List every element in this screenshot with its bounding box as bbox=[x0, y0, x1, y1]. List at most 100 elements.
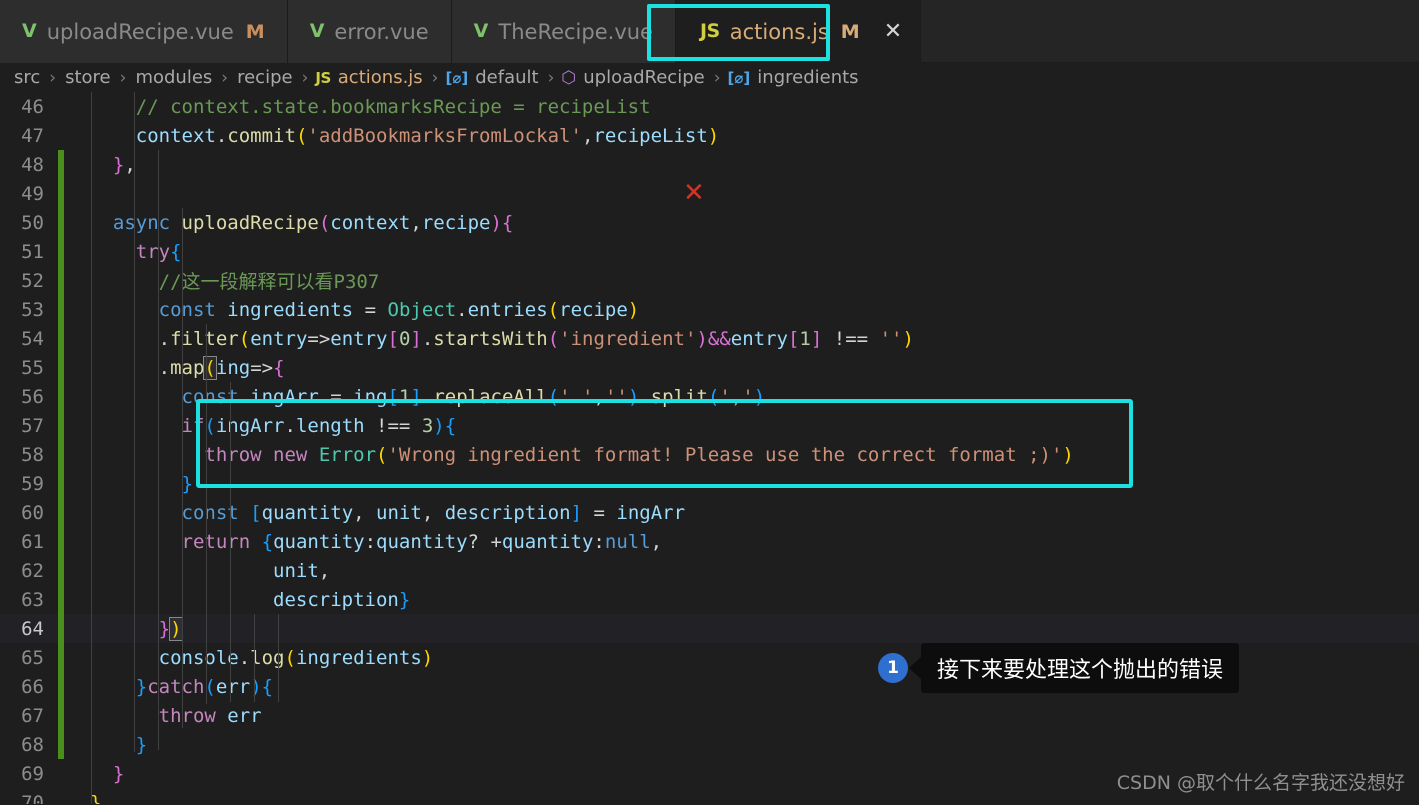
indent-guide bbox=[158, 150, 159, 750]
line-number: 46 bbox=[21, 95, 44, 118]
tab-actions-js[interactable]: JS actions.js M ✕ bbox=[675, 0, 922, 63]
indent-guide bbox=[230, 382, 231, 702]
line-number: 70 bbox=[21, 791, 44, 805]
line-content: } bbox=[181, 472, 193, 495]
method-icon: ⬡ bbox=[561, 67, 577, 88]
line-content: }) bbox=[158, 616, 183, 641]
code-line[interactable]: 56 const ingArr = ing[1].replaceAll(' ',… bbox=[0, 382, 1419, 411]
breadcrumb-item-recipe[interactable]: recipe bbox=[235, 67, 294, 88]
code-line[interactable]: 47 context.commit('addBookmarksFromLocka… bbox=[0, 121, 1419, 150]
breadcrumb-separator: › bbox=[301, 67, 309, 88]
line-content: .filter(entry=>entry[0].startsWith('ingr… bbox=[158, 327, 914, 350]
editor-tab-bar: V uploadRecipe.vue M V error.vue V TheRe… bbox=[0, 0, 1419, 63]
line-content: //这一段解释可以看P307 bbox=[158, 271, 380, 293]
indent-guide bbox=[134, 92, 135, 752]
breadcrumb-item-uploadRecipe[interactable]: uploadRecipe bbox=[581, 67, 706, 88]
code-line[interactable]: 52 //这一段解释可以看P307 bbox=[0, 266, 1419, 295]
breadcrumb-separator: › bbox=[221, 67, 229, 88]
tab-label: uploadRecipe.vue bbox=[46, 19, 234, 44]
text-cursor: ) bbox=[169, 616, 183, 641]
gutter-added-marker bbox=[58, 179, 64, 208]
breadcrumb-separator: › bbox=[119, 67, 127, 88]
code-line[interactable]: 68 } bbox=[0, 730, 1419, 759]
breadcrumb-separator: › bbox=[547, 67, 555, 88]
line-number: 69 bbox=[21, 762, 44, 785]
line-number: 57 bbox=[21, 414, 44, 437]
code-line[interactable]: 50 async uploadRecipe(context,recipe){ bbox=[0, 208, 1419, 237]
code-line[interactable]: 67 throw err bbox=[0, 701, 1419, 730]
line-number: 60 bbox=[21, 501, 44, 524]
line-number: 61 bbox=[21, 530, 44, 553]
callout-annotation: 1 接下来要处理这个抛出的错误 bbox=[878, 643, 1240, 693]
tab-label: actions.js bbox=[729, 19, 829, 44]
tab-modified-flag: M bbox=[840, 20, 860, 43]
breadcrumb-item-actions-js[interactable]: actions.js bbox=[336, 67, 425, 88]
red-x-annotation: ✕ bbox=[683, 178, 705, 208]
breadcrumb-separator: › bbox=[49, 67, 57, 88]
line-number: 51 bbox=[21, 240, 44, 263]
code-line[interactable]: 54 .filter(entry=>entry[0].startsWith('i… bbox=[0, 324, 1419, 353]
line-number: 64 bbox=[21, 617, 44, 640]
tab-error-vue[interactable]: V error.vue bbox=[287, 0, 452, 63]
tab-label: TheRecipe.vue bbox=[498, 19, 653, 44]
line-number: 59 bbox=[21, 472, 44, 495]
breadcrumb-item-modules[interactable]: modules bbox=[133, 67, 214, 88]
code-line[interactable]: 51 try{ bbox=[0, 237, 1419, 266]
line-number: 49 bbox=[21, 182, 44, 205]
js-icon: JS bbox=[315, 68, 331, 87]
indent-guide bbox=[91, 92, 92, 804]
breadcrumb-item-ingredients[interactable]: ingredients bbox=[755, 67, 860, 88]
vue-icon: V bbox=[473, 20, 489, 42]
tab-label: error.vue bbox=[334, 19, 429, 44]
breadcrumb-separator: › bbox=[431, 67, 439, 88]
line-content: try{ bbox=[135, 240, 182, 263]
code-line[interactable]: 62 unit, bbox=[0, 556, 1419, 585]
code-line[interactable]: 55 .map(ing=>{ bbox=[0, 353, 1419, 382]
line-number: 53 bbox=[21, 298, 44, 321]
line-content: // context.state.bookmarksRecipe = recip… bbox=[135, 95, 651, 118]
line-number: 50 bbox=[21, 211, 44, 234]
breadcrumb-item-default[interactable]: default bbox=[473, 67, 540, 88]
code-editor[interactable]: 46 // context.state.bookmarksRecipe = re… bbox=[0, 92, 1419, 804]
line-content: }, bbox=[112, 153, 136, 176]
line-number: 65 bbox=[21, 646, 44, 669]
code-line[interactable]: 48 }, bbox=[0, 150, 1419, 179]
code-line[interactable]: 59 } bbox=[0, 469, 1419, 498]
line-content: if(ingArr.length !== 3){ bbox=[181, 414, 457, 437]
code-line-active[interactable]: 64 }) bbox=[0, 614, 1419, 643]
code-line[interactable]: 57 if(ingArr.length !== 3){ bbox=[0, 411, 1419, 440]
line-content: return {quantity:quantity? +quantity:nul… bbox=[181, 530, 663, 553]
code-line[interactable]: 58 throw new Error('Wrong ingredient for… bbox=[0, 440, 1419, 469]
line-content: console.log(ingredients) bbox=[158, 646, 434, 669]
field-icon: [⌀] bbox=[445, 68, 469, 87]
code-line[interactable]: 53 const ingredients = Object.entries(re… bbox=[0, 295, 1419, 324]
tab-uploadRecipe-vue[interactable]: V uploadRecipe.vue M bbox=[0, 0, 288, 63]
indent-guide bbox=[206, 324, 207, 704]
line-number: 54 bbox=[21, 327, 44, 350]
callout-text: 接下来要处理这个抛出的错误 bbox=[921, 643, 1240, 693]
line-content: } bbox=[112, 762, 125, 785]
vue-icon: V bbox=[22, 20, 37, 42]
line-number: 68 bbox=[21, 733, 44, 756]
vue-icon: V bbox=[309, 20, 325, 42]
breadcrumb-separator: › bbox=[713, 67, 721, 88]
line-number: 48 bbox=[21, 153, 44, 176]
line-content: context.commit('addBookmarksFromLockal',… bbox=[135, 124, 720, 147]
indent-guide bbox=[182, 208, 183, 728]
tab-modified-flag: M bbox=[245, 20, 265, 43]
tab-theRecipe-vue[interactable]: V TheRecipe.vue bbox=[451, 0, 676, 63]
line-content: throw err bbox=[158, 704, 262, 727]
code-line[interactable]: 63 description} bbox=[0, 585, 1419, 614]
watermark: CSDN @取个什么名字我还没想好 bbox=[1116, 772, 1405, 794]
breadcrumb-item-store[interactable]: store bbox=[63, 67, 113, 88]
close-icon[interactable]: ✕ bbox=[884, 20, 902, 43]
indent-guide bbox=[254, 614, 255, 702]
code-line[interactable]: 46 // context.state.bookmarksRecipe = re… bbox=[0, 92, 1419, 121]
breadcrumb-item-src[interactable]: src bbox=[12, 67, 42, 88]
vscode-window: V uploadRecipe.vue M V error.vue V TheRe… bbox=[0, 0, 1419, 805]
code-line[interactable]: 60 const [quantity, unit, description] =… bbox=[0, 498, 1419, 527]
code-line[interactable]: 49 bbox=[0, 179, 1419, 208]
code-line[interactable]: 61 return {quantity:quantity? +quantity:… bbox=[0, 527, 1419, 556]
line-content: .map(ing=>{ bbox=[158, 355, 285, 380]
breadcrumb: src › store › modules › recipe › JS acti… bbox=[0, 63, 1419, 92]
